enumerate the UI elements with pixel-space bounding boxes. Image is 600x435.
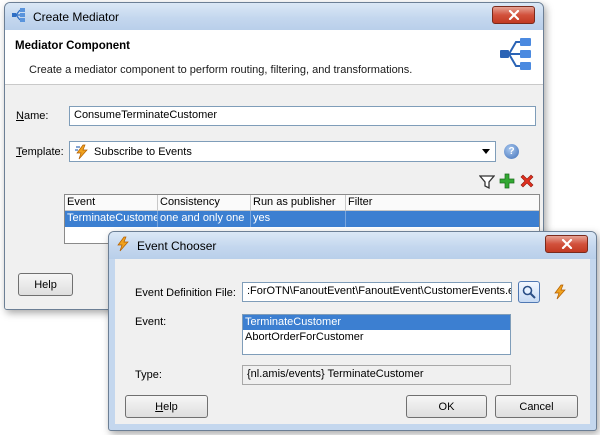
close-icon [508, 10, 519, 20]
edl-label: Event Definition File: [135, 287, 236, 299]
event-chooser-dialog: Event Chooser Event Definition File: :Fo… [108, 231, 597, 431]
chooser-title-bar[interactable]: Event Chooser [109, 232, 596, 259]
mediator-header-panel: Mediator Component Create a mediator com… [5, 30, 543, 85]
browse-button[interactable] [518, 281, 540, 303]
chooser-help-button[interactable]: Help [125, 395, 208, 418]
chooser-client-area: Event Definition File: :ForOTN\FanoutEve… [115, 259, 590, 424]
name-label: Name: [16, 110, 49, 122]
table-cell-event[interactable]: TerminateCustomer [65, 211, 158, 227]
table-row[interactable]: TerminateCustomer one and only one yes [65, 211, 539, 227]
event-label: Event: [135, 316, 167, 328]
event-bolt-icon [115, 236, 131, 255]
chooser-close-button[interactable] [545, 235, 588, 253]
column-header-run-as-publisher[interactable]: Run as publisher [251, 195, 346, 210]
column-header-consistency[interactable]: Consistency [158, 195, 251, 210]
create-event-button[interactable] [552, 284, 568, 300]
event-list[interactable]: TerminateCustomer AbortOrderForCustomer [242, 314, 511, 355]
header-description: Create a mediator component to perform r… [29, 64, 413, 76]
chooser-dialog-title: Event Chooser [137, 238, 217, 253]
close-icon [561, 239, 572, 249]
type-field: {nl.amis/events} TerminateCustomer [242, 365, 511, 385]
list-item[interactable]: TerminateCustomer [243, 315, 510, 330]
table-cell-filter[interactable] [346, 211, 539, 227]
table-cell-run-as-publisher[interactable]: yes [251, 211, 346, 227]
table-cell-consistency[interactable]: one and only one [158, 211, 251, 227]
header-title: Mediator Component [15, 40, 130, 52]
help-circle-icon[interactable]: ? [504, 144, 519, 159]
filter-icon[interactable] [478, 174, 496, 190]
table-header: Event Consistency Run as publisher Filte… [65, 195, 539, 211]
add-plus-icon[interactable] [499, 173, 515, 189]
event-bolt-icon [74, 144, 90, 160]
edl-file-input[interactable]: :ForOTN\FanoutEvent\FanoutEvent\Customer… [242, 282, 512, 302]
event-bolt-icon [554, 284, 566, 300]
delete-x-icon[interactable] [519, 173, 535, 189]
mediator-dialog-title: Create Mediator [33, 9, 120, 24]
type-label: Type: [135, 369, 162, 381]
template-selected-value: Subscribe to Events [94, 145, 192, 158]
list-item[interactable]: AbortOrderForCustomer [243, 330, 510, 345]
cancel-button[interactable]: Cancel [495, 395, 578, 418]
ok-button[interactable]: OK [406, 395, 487, 418]
name-input[interactable]: ConsumeTerminateCustomer [69, 106, 536, 126]
search-magnifier-icon [522, 285, 536, 299]
mediator-close-button[interactable] [492, 6, 535, 24]
chevron-down-icon[interactable] [482, 149, 490, 154]
template-label: Template: [16, 146, 64, 158]
mediator-routing-icon [499, 37, 533, 74]
column-header-filter[interactable]: Filter [346, 195, 539, 210]
template-select[interactable]: Subscribe to Events [69, 141, 496, 162]
mediator-icon [11, 7, 27, 26]
column-header-event[interactable]: Event [65, 195, 158, 210]
mediator-title-bar[interactable]: Create Mediator [5, 3, 543, 30]
mediator-help-button[interactable]: Help [18, 273, 73, 296]
